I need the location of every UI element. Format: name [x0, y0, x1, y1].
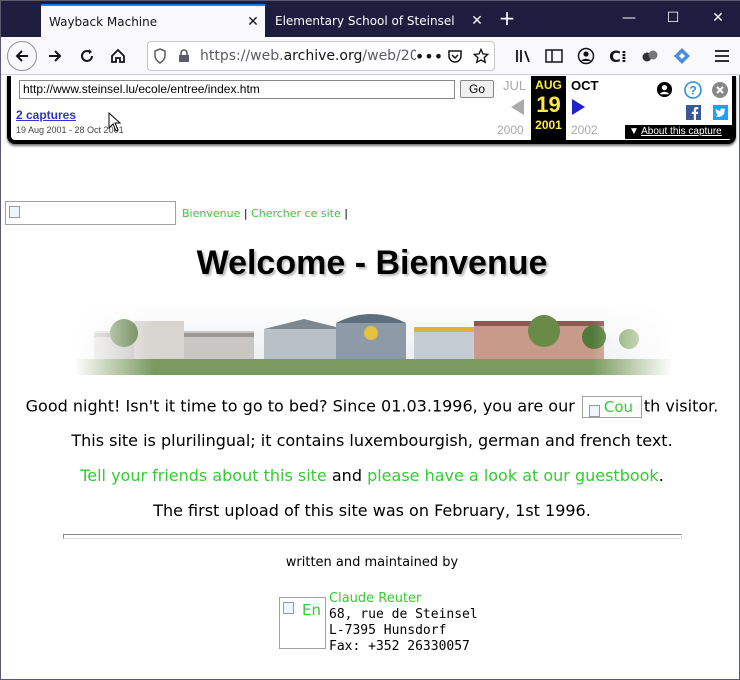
next-capture-arrow-icon[interactable] — [572, 99, 585, 115]
prev-capture-arrow-icon[interactable] — [511, 99, 524, 115]
new-tab-icon[interactable]: + — [495, 7, 519, 31]
contact-street: 68, rue de Steinsel — [329, 607, 478, 622]
wayback-toolbar: http://www.steinsel.lu/ecole/entree/inde… — [7, 76, 736, 144]
facebook-icon[interactable] — [686, 105, 701, 120]
url-text[interactable]: https://web.archive.org/web/200 — [196, 48, 416, 64]
current-capture-date: AUG 19 2001 — [531, 76, 566, 140]
links-paragraph: Tell your friends about this site and pl… — [2, 466, 740, 485]
captures-link[interactable]: 2 captures — [16, 108, 76, 122]
tell-friends-link[interactable]: Tell your friends about this site — [80, 466, 327, 485]
lock-icon[interactable] — [172, 49, 196, 63]
url-domain: archive.org — [283, 48, 363, 64]
library-icon[interactable] — [513, 46, 535, 66]
guestbook-link[interactable]: please have a look at our guestbook — [367, 466, 659, 485]
nav-link-search[interactable]: Chercher ce site — [251, 207, 341, 220]
shield-icon[interactable] — [148, 48, 172, 64]
help-icon[interactable]: ? — [684, 81, 702, 103]
school-banner-image — [74, 303, 672, 375]
extension-dots-icon[interactable] — [639, 46, 661, 66]
account-icon[interactable] — [575, 46, 597, 66]
about-capture-label: About this capture — [641, 126, 722, 137]
url-prefix: https://web. — [200, 48, 284, 64]
twitter-icon[interactable] — [713, 105, 728, 120]
nav-separator: | — [340, 207, 348, 220]
first-upload-paragraph: The first upload of this site was on Feb… — [153, 501, 591, 520]
contact-name-link[interactable]: Claude Reuter — [329, 591, 478, 607]
email-image-alt-text: En — [302, 601, 321, 619]
star-icon[interactable] — [468, 48, 494, 64]
svg-text:?: ? — [689, 84, 696, 98]
broken-image-glyph — [588, 405, 600, 417]
close-icon[interactable]: ✕ — [465, 13, 489, 29]
languages-paragraph: This site is plurilingual; it contains l… — [71, 431, 673, 450]
reload-icon[interactable] — [72, 41, 102, 71]
prev-month-label[interactable]: JUL — [503, 78, 526, 93]
browser-window: Wayback Machine ✕ Elementary School of S… — [0, 0, 740, 680]
greeting-text: Good night! Isn't it time to go to bed? … — [25, 396, 580, 416]
prev-year-label[interactable]: 2000 — [497, 123, 524, 137]
links-mid-text: and — [326, 466, 368, 485]
wayback-url-input[interactable]: http://www.steinsel.lu/ecole/entree/inde… — [19, 80, 455, 99]
current-year-label: 2001 — [535, 118, 562, 132]
forward-icon[interactable] — [40, 41, 70, 71]
written-by-text: written and maintained by — [285, 555, 459, 570]
close-icon[interactable]: ✕ — [241, 14, 265, 30]
tab-title: Elementary School of Steinsel — [275, 13, 455, 28]
close-toolbar-icon[interactable] — [712, 82, 728, 102]
address-bar[interactable]: https://web.archive.org/web/200 ••• — [147, 41, 495, 71]
wayback-go-button[interactable]: Go — [460, 80, 494, 98]
broken-image-icon — [283, 602, 294, 614]
nav-link-bienvenue[interactable]: Bienvenue — [182, 207, 240, 220]
back-icon[interactable] — [7, 41, 37, 71]
nav-separator: | — [240, 207, 252, 220]
mouse-cursor-icon — [108, 112, 122, 132]
window-close-icon[interactable]: ✕ — [705, 7, 731, 29]
next-year-label[interactable]: 2002 — [571, 123, 598, 137]
current-month-label: AUG — [535, 78, 562, 92]
contact-address: Claude Reuter 68, rue de Steinsel L-7395… — [329, 591, 478, 655]
about-capture-link[interactable]: ▼ About this capture — [625, 125, 732, 139]
home-icon[interactable] — [103, 41, 133, 71]
current-day-label: 19 — [536, 92, 561, 117]
extension-diamond-icon[interactable] — [671, 46, 693, 66]
greeting-paragraph: Good night! Isn't it time to go to bed? … — [2, 396, 740, 418]
visitor-counter-image: Cou — [581, 396, 642, 418]
broken-logo-image — [5, 201, 176, 225]
greeting-text-end: th visitor. — [643, 396, 719, 416]
tab-steinsel[interactable]: Elementary School of Steinsel ✕ — [267, 4, 489, 37]
pocket-icon[interactable] — [442, 48, 468, 64]
counter-alt-text: Cou — [603, 398, 634, 416]
broken-image-icon — [9, 206, 20, 218]
next-month-label[interactable]: OCT — [571, 78, 598, 93]
contact-city: L-7395 Hunsdorf — [329, 623, 447, 638]
navigation-bar: https://web.archive.org/web/200 ••• C⁞ — [1, 37, 740, 75]
links-end-text: . — [658, 466, 664, 485]
triangle-down-icon: ▼ — [629, 126, 642, 137]
sidebar-icon[interactable] — [543, 46, 565, 66]
more-icon[interactable]: ••• — [415, 47, 443, 66]
tab-title: Wayback Machine — [49, 14, 158, 29]
tab-strip: Wayback Machine ✕ Elementary School of S… — [1, 1, 740, 37]
page-title: Welcome - Bienvenue — [196, 244, 548, 282]
menu-icon[interactable] — [711, 46, 733, 66]
contact-fax: Fax: +352 26330057 — [329, 639, 470, 654]
horizontal-rule — [63, 534, 682, 539]
site-nav: Bienvenue | Chercher ce site | — [182, 207, 348, 220]
maximize-icon[interactable]: ☐ — [660, 7, 686, 29]
tab-wayback-machine[interactable]: Wayback Machine ✕ — [41, 4, 265, 37]
extension-c-icon[interactable]: C⁞ — [607, 46, 629, 66]
minimize-icon[interactable]: — — [616, 7, 642, 29]
url-suffix: /web/200 — [362, 48, 416, 64]
user-icon[interactable] — [656, 81, 673, 102]
email-image[interactable]: En — [279, 597, 326, 649]
